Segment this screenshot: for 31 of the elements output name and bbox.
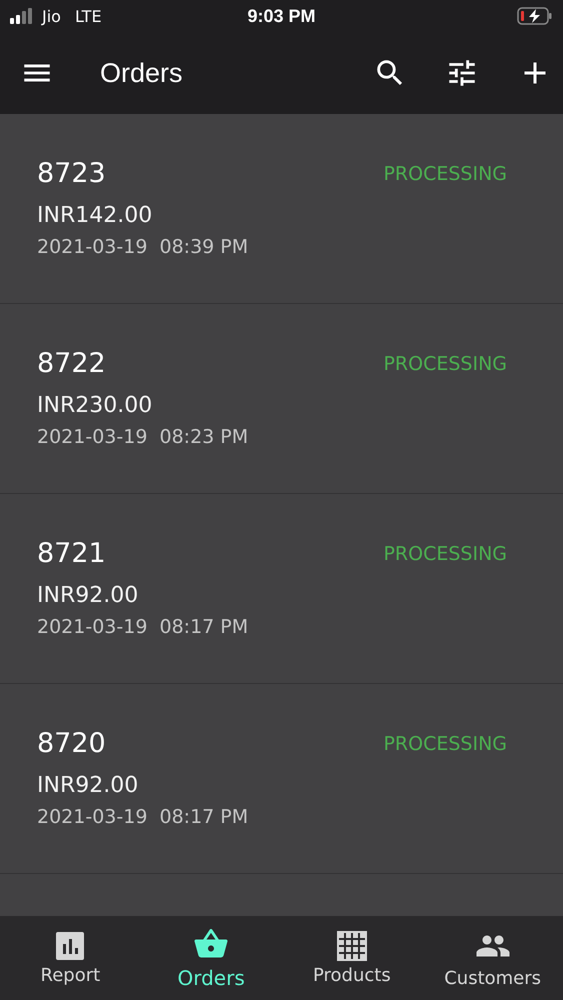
battery-charging-icon — [517, 7, 553, 25]
bar-chart-icon — [55, 930, 86, 960]
order-date: 2021-03-19 08:39 PM — [37, 236, 250, 258]
order-status: PROCESSING — [383, 162, 507, 184]
order-card[interactable]: 8721 PROCESSING INR92.00 2021-03-19 08:17 PM — [0, 494, 563, 684]
order-date: 2021-03-19 08:17 PM — [37, 806, 250, 828]
clock-time: 9:03 PM — [247, 6, 316, 26]
order-card[interactable]: 8720 PROCESSING INR92.00 2021-03-19 08:17 PM — [0, 684, 563, 874]
grid-icon — [336, 930, 367, 960]
order-amount: INR92.00 — [37, 773, 140, 798]
order-status: PROCESSING — [383, 542, 507, 564]
nav-tab[interactable]: Report — [0, 916, 141, 1000]
carrier-name: Jio — [42, 6, 61, 26]
order-number: 8720 — [37, 728, 106, 759]
order-amount: INR142.00 — [37, 203, 154, 228]
order-status: PROCESSING — [383, 352, 507, 374]
nav-tab[interactable]: Products — [282, 916, 422, 1000]
order-status: PROCESSING — [383, 732, 507, 754]
order-date: 2021-03-19 08:17 PM — [37, 616, 250, 638]
order-card[interactable]: 8723 PROCESSING INR142.00 2021-03-19 08:39 PM — [0, 114, 563, 304]
order-amount: INR92.00 — [37, 583, 140, 608]
nav-tab[interactable]: Orders — [140, 916, 282, 1000]
order-number: 8722 — [37, 348, 106, 379]
screen-title: Orders — [100, 58, 184, 88]
order-date: 2021-03-19 08:23 PM — [37, 426, 250, 448]
nav-tab[interactable]: Customers — [422, 916, 563, 1000]
network-type: LTE — [74, 6, 102, 26]
order-amount: INR230.00 — [37, 393, 154, 418]
order-number: 8723 — [37, 158, 106, 189]
order-number: 8721 — [37, 538, 106, 569]
order-card[interactable]: 8722 PROCESSING INR230.00 2021-03-19 08:23 PM — [0, 304, 563, 494]
